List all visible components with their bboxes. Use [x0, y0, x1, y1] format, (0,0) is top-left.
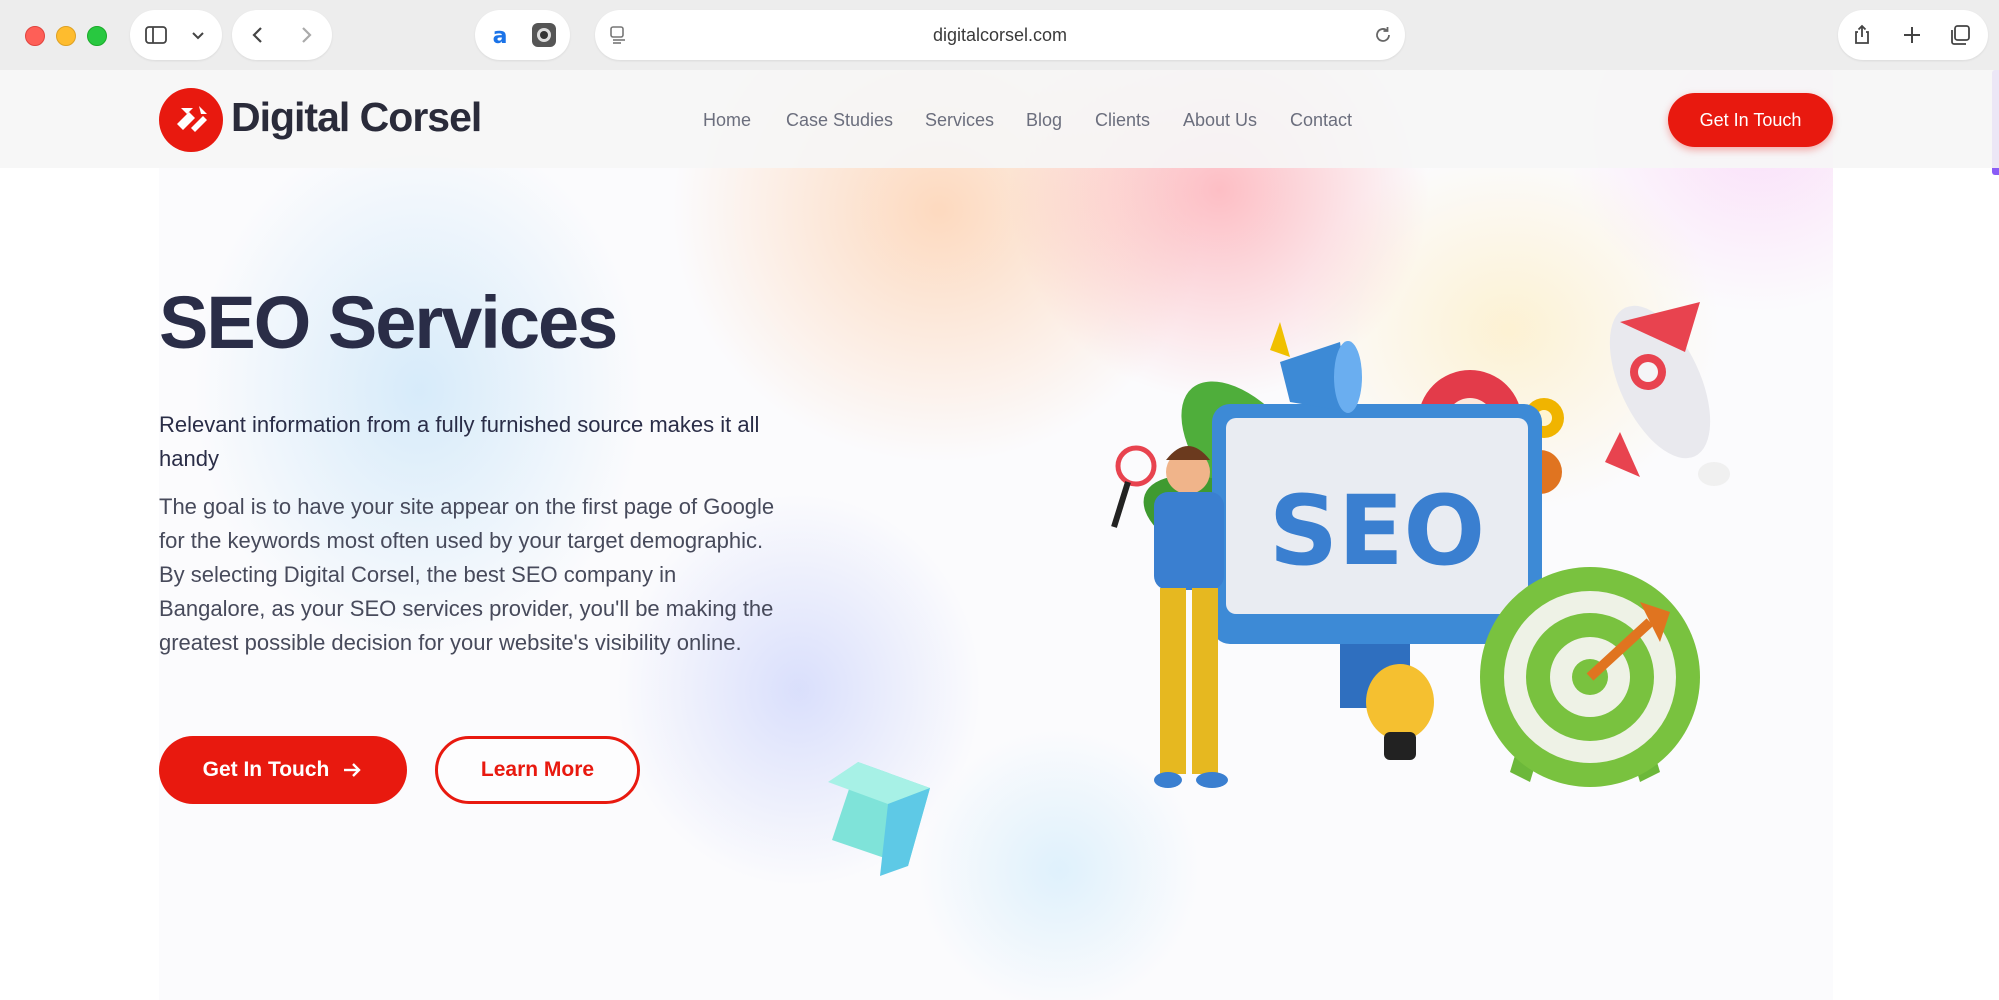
reload-icon[interactable] — [1371, 23, 1395, 47]
nav-services[interactable]: Services — [925, 110, 994, 131]
sidebar-toggle-group — [130, 10, 222, 60]
hero-subtitle: Relevant information from a fully furnis… — [159, 412, 760, 471]
zoom-window-button[interactable] — [87, 26, 107, 46]
seo-illustration-image: SEO — [1111, 302, 1730, 788]
extension-camera-icon[interactable] — [531, 22, 557, 48]
browser-toolbar: a digitalcorsel.com — [0, 0, 1999, 70]
get-in-touch-button[interactable]: Get In Touch — [159, 736, 407, 804]
extension-a-icon[interactable]: a — [487, 22, 513, 48]
get-in-touch-label: Get In Touch — [202, 758, 330, 781]
close-window-button[interactable] — [25, 26, 45, 46]
chevron-down-icon[interactable] — [186, 23, 210, 47]
nav-blog[interactable]: Blog — [1026, 110, 1062, 131]
hero-description: The goal is to have your site appear on … — [159, 494, 775, 655]
site-header: Digital Corsel Home Case Studies Service… — [0, 70, 1999, 168]
page-gutter-left — [0, 168, 159, 1000]
arrow-right-icon — [344, 763, 362, 777]
nav-clients[interactable]: Clients — [1095, 110, 1150, 131]
share-icon[interactable] — [1850, 23, 1874, 47]
learn-more-label: Learn More — [480, 758, 595, 781]
logo-icon[interactable] — [159, 88, 223, 152]
learn-more-button[interactable]: Learn More — [435, 736, 640, 804]
nav-contact[interactable]: Contact — [1290, 110, 1352, 131]
nav-about-us[interactable]: About Us — [1183, 110, 1257, 131]
window-actions-group — [1838, 10, 1988, 60]
nav-case-studies[interactable]: Case Studies — [786, 110, 893, 131]
header-get-in-touch-button[interactable]: Get In Touch — [1668, 93, 1833, 147]
tab-overview-icon[interactable] — [1948, 23, 1972, 47]
new-tab-icon[interactable] — [1900, 23, 1924, 47]
page-gutter-right — [1833, 168, 1999, 1000]
decorative-cube-image — [828, 762, 930, 876]
history-nav-group — [232, 10, 332, 60]
page-title: SEO Services — [159, 281, 618, 364]
web-page: Digital Corsel Home Case Studies Service… — [0, 70, 1999, 1000]
minimize-window-button[interactable] — [56, 26, 76, 46]
address-bar[interactable]: digitalcorsel.com — [595, 10, 1405, 60]
logo-text[interactable]: Digital Corsel — [231, 94, 482, 141]
sidebar-icon[interactable] — [144, 23, 168, 47]
back-icon[interactable] — [246, 23, 270, 47]
svg-text:a: a — [493, 24, 508, 48]
extensions-group: a — [475, 10, 570, 60]
nav-home[interactable]: Home — [703, 110, 751, 131]
illustration-seo-text: SEO — [1269, 475, 1485, 587]
url-text: digitalcorsel.com — [932, 25, 1068, 45]
forward-icon[interactable] — [294, 23, 318, 47]
